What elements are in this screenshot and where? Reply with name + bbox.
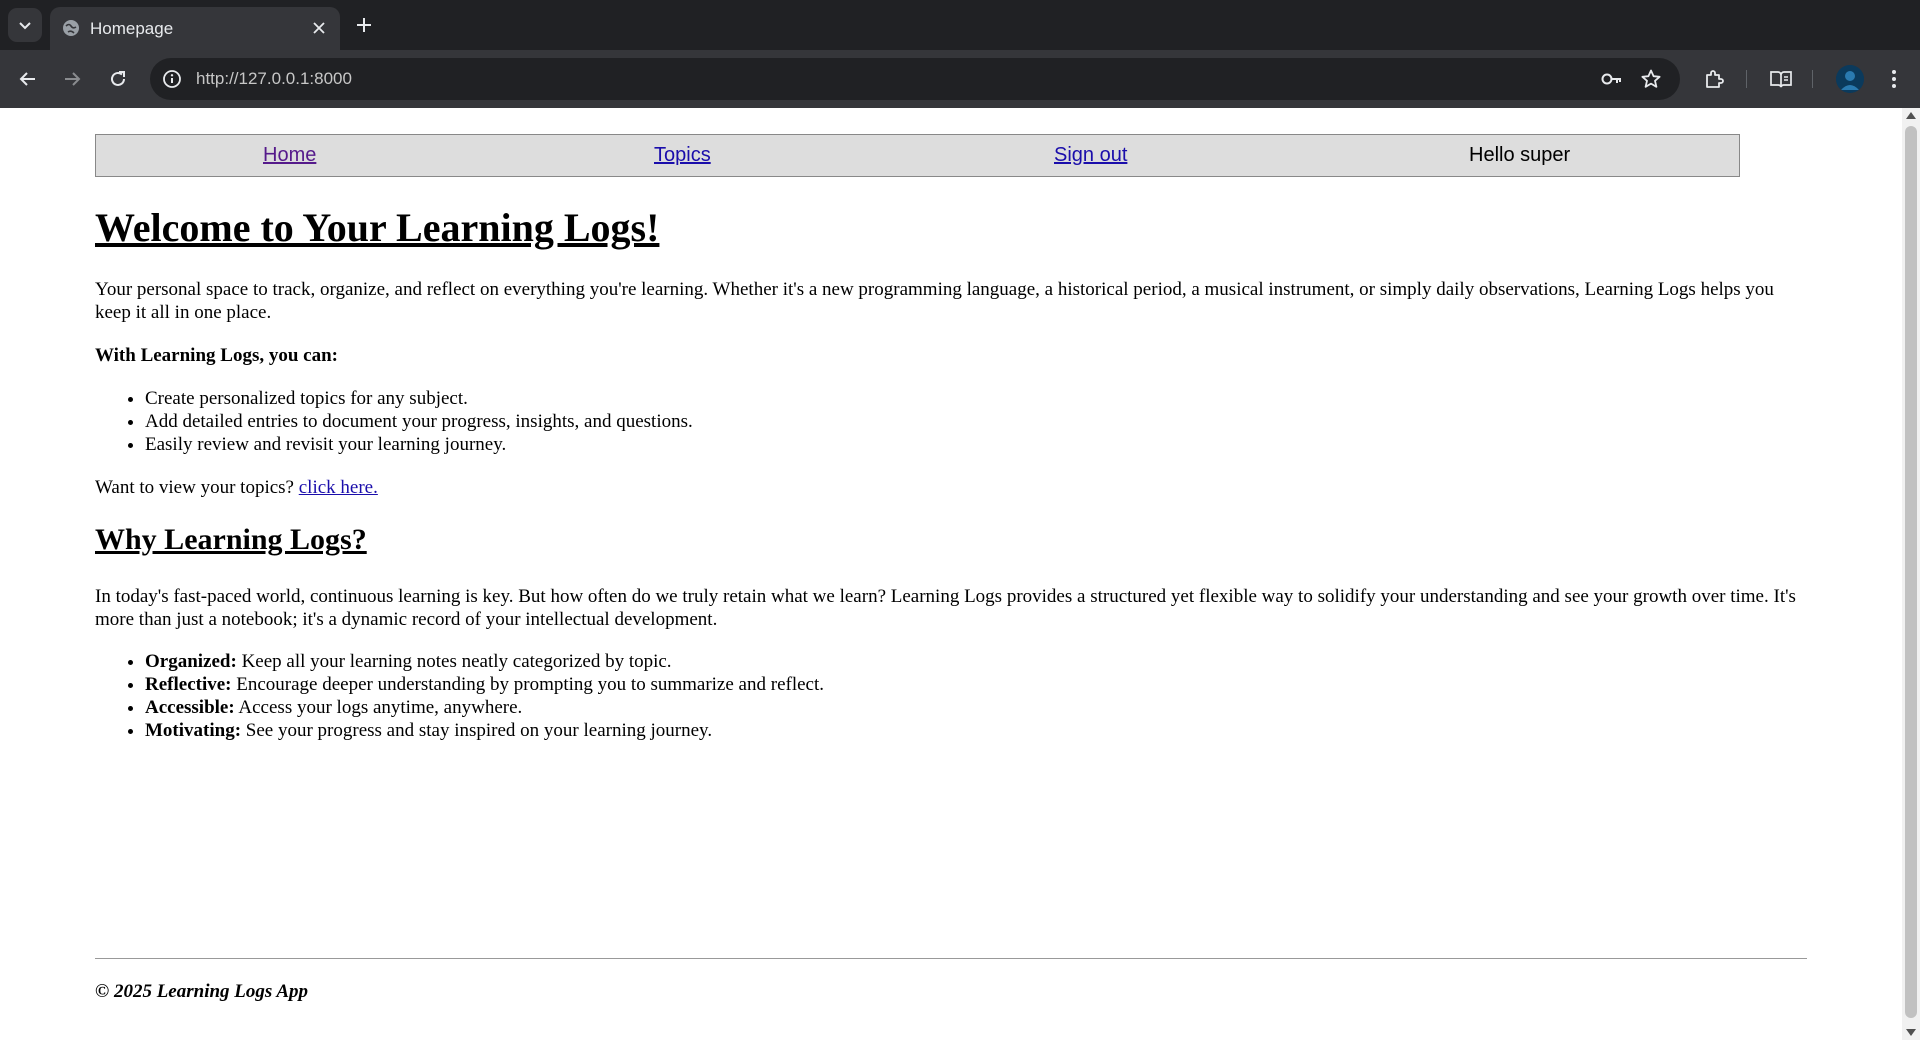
benefit-label: Organized: [145, 651, 237, 672]
benefit-text: Encourage deeper understanding by prompt… [236, 674, 824, 695]
reading-mode-button[interactable] [1766, 65, 1794, 93]
nav-home-link[interactable]: Home [263, 144, 316, 167]
list-item: Easily review and revisit your learning … [145, 433, 1807, 456]
active-tab[interactable]: Homepage [50, 7, 340, 50]
back-button[interactable] [14, 65, 42, 93]
new-tab-plus-icon[interactable] [352, 13, 376, 37]
arrow-right-icon [65, 72, 81, 86]
list-item: Reflective: Encourage deeper understandi… [145, 673, 1807, 696]
nav-sign-out-link[interactable]: Sign out [1054, 144, 1127, 167]
scrollbar-thumb[interactable] [1905, 126, 1917, 1018]
benefit-label: Reflective: [145, 674, 232, 695]
info-icon[interactable] [162, 69, 182, 89]
features-list: Create personalized topics for any subje… [95, 387, 1807, 456]
view-topics-link[interactable]: click here. [299, 477, 378, 498]
list-item: Accessible: Access your logs anytime, an… [145, 696, 1807, 719]
scroll-down-arrow-icon[interactable] [1906, 1029, 1916, 1036]
view-topics-text: Want to view your topics? [95, 477, 294, 498]
key-icon[interactable] [1600, 69, 1624, 89]
book-icon [1770, 71, 1792, 88]
arrow-left-icon [19, 72, 35, 86]
puzzle-icon [1706, 70, 1724, 88]
page-viewport: Home Topics Sign out Hello super Welcome… [0, 108, 1902, 1040]
address-bar[interactable]: http://127.0.0.1:8000 [150, 58, 1680, 100]
avatar-icon [1836, 65, 1864, 93]
benefit-text: Keep all your learning notes neatly cate… [241, 651, 672, 672]
top-nav: Home Topics Sign out Hello super [95, 134, 1740, 177]
browser-toolbar: http://127.0.0.1:8000 [0, 50, 1920, 108]
forward-button[interactable] [58, 65, 86, 93]
reload-button[interactable] [104, 65, 132, 93]
list-item: Add detailed entries to document your pr… [145, 410, 1807, 433]
reload-icon [111, 71, 125, 86]
intro-paragraph: Your personal space to track, organize, … [95, 279, 1774, 323]
star-icon[interactable] [1640, 68, 1662, 90]
footer-divider [95, 958, 1807, 959]
features-heading: With Learning Logs, you can: [95, 345, 338, 366]
benefits-list: Organized: Keep all your learning notes … [95, 650, 1807, 742]
toolbar-separator [1746, 70, 1747, 88]
kebab-menu-icon [1892, 70, 1896, 88]
menu-button[interactable] [1880, 65, 1908, 93]
benefit-label: Motivating: [145, 720, 242, 741]
extensions-button[interactable] [1700, 65, 1728, 93]
globe-icon [63, 20, 79, 36]
why-paragraph: In today's fast-paced world, continuous … [95, 586, 1796, 630]
scroll-up-arrow-icon[interactable] [1906, 112, 1916, 119]
tab-search-button[interactable] [8, 8, 42, 42]
benefit-text: See your progress and stay inspired on y… [245, 720, 713, 741]
user-greeting: Hello super [1469, 144, 1571, 166]
list-item: Motivating: See your progress and stay i… [145, 719, 1807, 742]
vertical-scrollbar[interactable] [1902, 108, 1920, 1040]
close-icon[interactable] [310, 19, 328, 37]
benefit-text: Access your logs anytime, anywhere. [238, 697, 523, 718]
footer-copyright: © 2025 Learning Logs App [95, 981, 309, 1002]
view-topics-prompt: Want to view your topics? click here. [95, 476, 1807, 499]
page-title: Welcome to Your Learning Logs! [95, 205, 660, 250]
tab-strip: Homepage [0, 0, 1920, 50]
why-heading: Why Learning Logs? [95, 523, 367, 556]
list-item: Organized: Keep all your learning notes … [145, 650, 1807, 673]
url-text[interactable]: http://127.0.0.1:8000 [196, 69, 352, 89]
benefit-label: Accessible: [145, 697, 235, 718]
toolbar-separator [1812, 70, 1813, 88]
list-item: Create personalized topics for any subje… [145, 387, 1807, 410]
chevron-down-icon [19, 22, 31, 30]
nav-topics-link[interactable]: Topics [654, 144, 711, 167]
tab-title: Homepage [90, 19, 174, 38]
profile-avatar[interactable] [1836, 65, 1864, 93]
